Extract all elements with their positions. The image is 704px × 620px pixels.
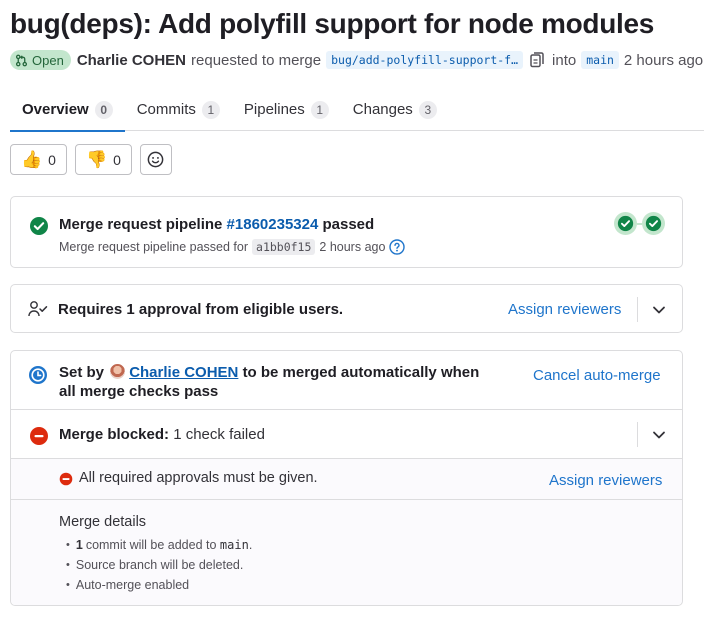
tab-count: 1 xyxy=(310,100,329,119)
commit-target-branch: main xyxy=(219,538,249,552)
help-icon[interactable] xyxy=(389,239,406,255)
tab-label: Commits xyxy=(136,101,196,118)
list-item: Auto-merge enabled xyxy=(59,575,252,595)
approval-check-text: All required approvals must be given. xyxy=(79,470,318,486)
approval-user-check-icon xyxy=(28,300,48,323)
pipeline-title: Merge request pipeline #1860235324 passe… xyxy=(59,216,374,233)
merge-details-heading: Merge details xyxy=(59,514,147,530)
status-label: Open xyxy=(32,52,64,68)
clock-icon xyxy=(28,365,48,390)
divider xyxy=(637,297,638,322)
tab-label: Overview xyxy=(22,101,89,118)
status-badge: Open xyxy=(10,50,71,70)
thumbs-up-count: 0 xyxy=(48,151,56,168)
author-name[interactable]: Charlie COHEN xyxy=(77,52,186,69)
assign-reviewers-button[interactable]: Assign reviewers xyxy=(508,301,621,318)
pipeline-time: 2 hours ago xyxy=(319,240,386,254)
pipeline-stages xyxy=(614,212,665,235)
merge-blocked-message: Merge blocked: 1 check failed xyxy=(59,426,265,443)
tab-changes[interactable]: Changes 3 xyxy=(341,88,449,131)
commit-sha[interactable]: a1bb0f15 xyxy=(252,239,316,255)
chevron-down-icon[interactable] xyxy=(649,425,669,450)
list-item: Source branch will be deleted. xyxy=(59,555,252,575)
tab-count: 3 xyxy=(418,100,437,119)
merge-request-title: bug(deps): Add polyfill support for node… xyxy=(10,8,655,39)
smiley-icon xyxy=(147,151,164,168)
thumbs-down-count: 0 xyxy=(113,151,121,168)
target-branch[interactable]: main xyxy=(581,51,619,69)
merge-request-meta: Open Charlie COHEN requested to merge bu… xyxy=(10,49,703,71)
approval-requirement: Requires 1 approval from eligible users. xyxy=(58,301,344,318)
add-reaction-button[interactable] xyxy=(139,144,172,175)
auto-merge-user-link[interactable]: Charlie COHEN xyxy=(129,364,238,381)
stage-success-icon[interactable] xyxy=(614,212,637,235)
stage-success-icon[interactable] xyxy=(642,212,665,235)
pipeline-widget: Merge request pipeline #1860235324 passe… xyxy=(10,196,683,268)
tab-count: 1 xyxy=(201,100,220,119)
pipeline-link[interactable]: #1860235324 xyxy=(227,216,319,233)
commit-text: commit will be added to xyxy=(85,538,217,552)
status-failed-icon xyxy=(29,426,49,451)
auto-merge-message: Set by Charlie COHEN to be merged automa… xyxy=(59,363,499,401)
merge-blocked-row: Merge blocked: 1 check failed xyxy=(11,410,682,459)
tab-count: 0 xyxy=(94,100,113,119)
merge-widget: Set by Charlie COHEN to be merged automa… xyxy=(10,350,683,606)
thumbs-up-button[interactable]: 👍 0 xyxy=(10,144,67,175)
status-failed-icon xyxy=(59,472,73,491)
pipeline-status: passed xyxy=(322,216,375,233)
merge-blocked-detail: 1 check failed xyxy=(173,426,265,443)
divider xyxy=(637,422,638,447)
merge-details-list: 1commit will be added to main. Source br… xyxy=(59,535,252,595)
approval-check-row: All required approvals must be given. As… xyxy=(11,459,682,500)
commit-count: 1 xyxy=(75,538,83,552)
list-item: 1commit will be added to main. xyxy=(59,535,252,555)
award-emoji-bar: 👍 0 👎 0 xyxy=(10,144,172,175)
merge-details: Merge details 1commit will be added to m… xyxy=(59,514,252,595)
set-by-text: Set by xyxy=(59,364,105,381)
approval-widget: Requires 1 approval from eligible users.… xyxy=(10,284,683,333)
thumbs-up-icon: 👍 xyxy=(21,150,43,169)
thumbs-down-icon: 👎 xyxy=(85,150,108,169)
assign-reviewers-button[interactable]: Assign reviewers xyxy=(549,472,662,489)
source-branch[interactable]: bug/add-polyfill-support-f… xyxy=(326,51,524,69)
avatar xyxy=(110,364,126,379)
chevron-down-icon[interactable] xyxy=(649,300,669,325)
cancel-auto-merge-button[interactable]: Cancel auto-merge xyxy=(533,367,661,384)
merge-request-icon xyxy=(15,54,28,67)
thumbs-down-button[interactable]: 👎 0 xyxy=(74,144,132,175)
merge-blocked-label: Merge blocked: xyxy=(59,426,170,443)
commit-suffix: . xyxy=(248,538,253,552)
requested-text: requested to merge xyxy=(191,51,322,69)
tab-commits[interactable]: Commits 1 xyxy=(125,88,232,131)
pipeline-sub-text: Merge request pipeline passed for xyxy=(59,240,249,254)
pipeline-subtitle: Merge request pipeline passed for a1bb0f… xyxy=(59,239,406,255)
pipeline-prefix: Merge request pipeline xyxy=(59,216,223,233)
tab-label: Pipelines xyxy=(243,101,305,118)
merge-request-tabs: Overview 0 Commits 1 Pipelines 1 Changes… xyxy=(10,88,704,132)
into-text: into xyxy=(552,51,577,69)
tab-label: Changes xyxy=(352,101,413,118)
auto-merge-row: Set by Charlie COHEN to be merged automa… xyxy=(11,351,682,410)
tab-pipelines[interactable]: Pipelines 1 xyxy=(232,88,341,131)
copy-icon[interactable] xyxy=(530,52,544,68)
created-time: 2 hours ago xyxy=(623,51,704,69)
merge-checks-panel: All required approvals must be given. As… xyxy=(11,459,682,605)
tab-overview[interactable]: Overview 0 xyxy=(10,88,125,132)
status-success-icon[interactable] xyxy=(29,216,49,241)
